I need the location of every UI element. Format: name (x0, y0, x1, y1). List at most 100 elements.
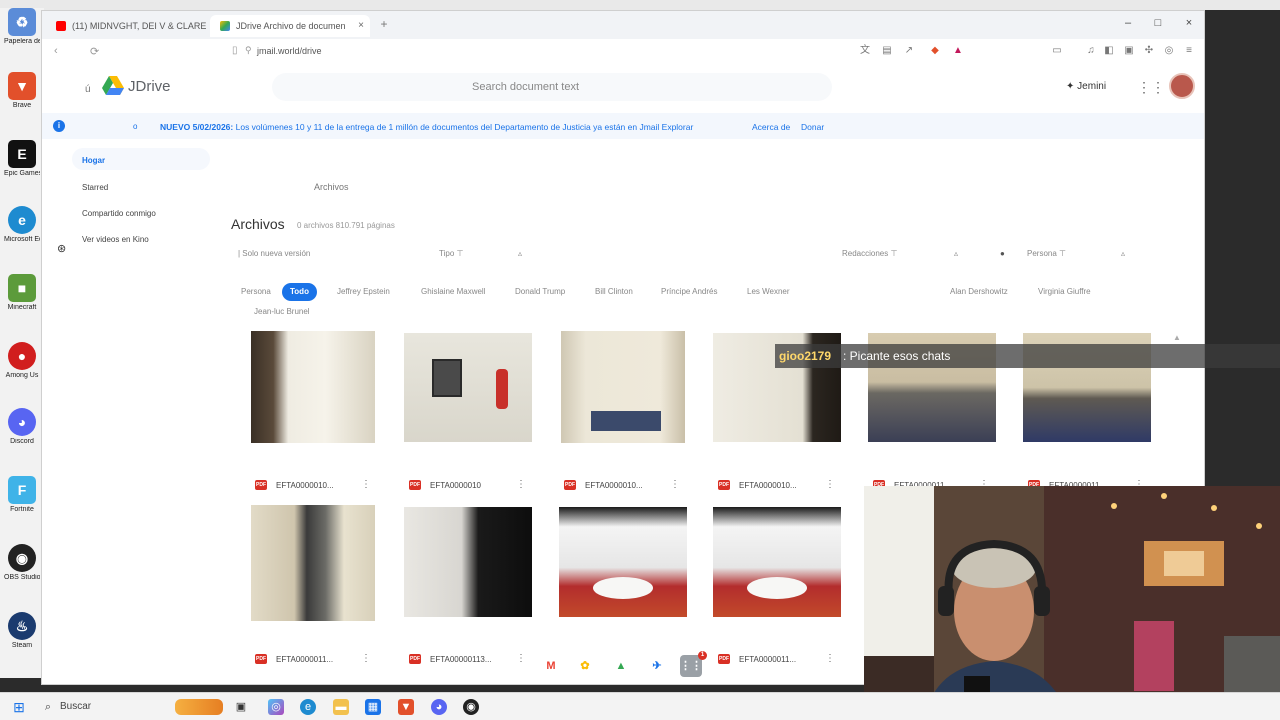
tab-youtube[interactable]: (11) MIDNVGHT, DEI V & CLARE (46, 15, 206, 37)
close-tab-icon[interactable]: × (358, 20, 364, 31)
desktop-icon-recycle[interactable]: ♻ Papelera de reciclaje (4, 8, 40, 68)
wallet-icon[interactable]: ▣ (1122, 44, 1136, 58)
minimize-button[interactable]: – (1120, 17, 1136, 29)
desktop-icon-obs[interactable]: ◉ OBS Studio (4, 544, 40, 604)
vpn-icon[interactable]: ◎ (1162, 44, 1176, 58)
more-options-icon[interactable]: ⋮ (670, 479, 680, 490)
search-bar[interactable]: Search document text (272, 73, 832, 101)
file-thumbnail[interactable] (559, 507, 687, 617)
chip-virginia-giuffre[interactable]: Virginia Giuffre (1038, 283, 1091, 301)
menu-icon[interactable]: ≡ (1182, 44, 1196, 58)
redactions-filter[interactable]: Redacciones ⊤ (842, 249, 897, 258)
drive-icon[interactable]: ▲ (610, 655, 632, 677)
new-version-filter[interactable]: | Solo nueva versión (238, 249, 310, 258)
chip-alan-dershowitz[interactable]: Alan Dershowitz (950, 283, 1008, 301)
brave-shield-icon[interactable]: ◆ (928, 44, 942, 58)
file-explorer-icon[interactable]: ▬ (333, 699, 349, 715)
desktop-icon-discord[interactable]: ◕ Discord (4, 408, 40, 468)
reader-icon[interactable]: ▤ (880, 44, 894, 58)
taskbar-search-input[interactable]: Buscar (60, 701, 91, 712)
photos-icon[interactable]: ✿ (574, 655, 596, 677)
chip-donald-trump[interactable]: Donald Trump (515, 283, 565, 301)
file-thumbnail[interactable] (404, 333, 532, 442)
file-name[interactable]: EFTA0000010... (276, 481, 334, 490)
jemini-button[interactable]: ✦ Jemini (1066, 81, 1106, 92)
tab-jdrive[interactable]: JDrive Archivo de documen × (210, 15, 370, 37)
desktop-icon-brave[interactable]: ▼ Brave (4, 72, 40, 132)
site-info-icon[interactable]: ⚲ (245, 45, 252, 56)
chip-les-wexner[interactable]: Les Wexner (747, 283, 790, 301)
search-input[interactable]: Search document text (472, 81, 579, 93)
file-thumbnail[interactable] (713, 507, 841, 617)
close-window-button[interactable]: × (1181, 17, 1197, 29)
chip-principe-andres[interactable]: Príncipe Andrés (661, 283, 717, 301)
rewards-icon[interactable]: ▲ (951, 44, 965, 58)
maximize-button[interactable]: □ (1150, 17, 1166, 29)
flights-icon[interactable]: ✈ (646, 655, 668, 677)
chip-ghislaine-maxwell[interactable]: Ghislaine Maxwell (421, 283, 485, 301)
chip-todo[interactable]: Todo (282, 283, 317, 301)
type-filter[interactable]: Tipo ⊤ (439, 249, 463, 258)
copilot-icon[interactable]: ◎ (268, 699, 284, 715)
media-icon[interactable]: ♫ (1084, 44, 1098, 58)
donate-link[interactable]: Donar (801, 122, 824, 132)
file-name[interactable]: EFTA0000010 (430, 481, 481, 490)
sidebar-item-hogar[interactable]: Hogar (82, 156, 105, 165)
person-filter[interactable]: Persona ⊤ (1027, 249, 1066, 258)
more-options-icon[interactable]: ⋮ (825, 653, 835, 664)
file-thumbnail[interactable] (404, 507, 532, 617)
sort-icon[interactable]: ▵ (954, 249, 958, 258)
url-field[interactable]: jmail.world/drive (257, 46, 322, 56)
weather-widget-icon[interactable] (175, 699, 223, 715)
sidebar-item-shared[interactable]: Compartido conmigo (82, 209, 156, 218)
extensions-icon[interactable]: ✣ (1142, 44, 1156, 58)
share-icon[interactable]: ↗ (902, 44, 916, 58)
file-name[interactable]: EFTA0000010... (585, 481, 643, 490)
discord-icon[interactable]: ◕ (431, 699, 447, 715)
obs-icon[interactable]: ◉ (463, 699, 479, 715)
more-options-icon[interactable]: ⋮ (516, 653, 526, 664)
reload-icon[interactable]: ⟳ (90, 45, 99, 58)
sort-icon[interactable]: ▵ (518, 249, 522, 258)
more-options-icon[interactable]: ⋮ (825, 479, 835, 490)
desktop-icon-epic[interactable]: E Epic Games Launcher (4, 140, 40, 200)
chip-jeffrey-epstein[interactable]: Jeffrey Epstein (337, 283, 390, 301)
search-icon[interactable]: ⌕ (40, 699, 56, 715)
home-icon[interactable]: ú (85, 84, 91, 95)
more-options-icon[interactable]: ⋮ (361, 479, 371, 490)
more-options-icon[interactable]: ⋮ (361, 653, 371, 664)
sidebar-toggle-icon[interactable]: ◧ (1102, 44, 1116, 58)
desktop-icon-steam[interactable]: ♨ Steam (4, 612, 40, 672)
file-thumbnail[interactable] (251, 505, 375, 621)
edge-icon[interactable]: e (300, 699, 316, 715)
new-tab-button[interactable]: + (376, 17, 392, 31)
chip-bill-clinton[interactable]: Bill Clinton (595, 283, 633, 301)
about-link[interactable]: Acerca de (752, 122, 790, 132)
file-name[interactable]: EFTA0000010... (739, 481, 797, 490)
gmail-icon[interactable]: M (540, 655, 562, 677)
translate-icon[interactable]: 文 (858, 44, 872, 58)
file-thumbnail[interactable] (251, 331, 375, 443)
bookmark-icon[interactable]: ▯ (232, 45, 238, 56)
file-name[interactable]: EFTA0000011... (739, 655, 796, 664)
tab-search-icon[interactable]: ▭ (1050, 44, 1064, 58)
app-logo-text[interactable]: JDrive (128, 78, 171, 95)
file-name[interactable]: EFTA0000011... (276, 655, 333, 664)
chip-jean-luc-brunel[interactable]: Jean-luc Brunel (254, 303, 310, 321)
windows-start-icon[interactable]: ⊞ (11, 699, 27, 715)
desktop-icon-amongus[interactable]: ● Among Us (4, 342, 40, 402)
breadcrumb[interactable]: Archivos (314, 182, 349, 192)
more-options-icon[interactable]: ⋮ (516, 479, 526, 490)
back-icon[interactable]: ‹ (54, 45, 58, 57)
sidebar-item-kino[interactable]: Ver videos en Kino (82, 235, 149, 244)
avatar[interactable] (1169, 73, 1195, 99)
task-view-icon[interactable]: ▣ (233, 699, 249, 715)
file-thumbnail[interactable] (561, 331, 685, 443)
sort-icon[interactable]: ▵ (1121, 249, 1125, 258)
store-icon[interactable]: ▦ (365, 699, 381, 715)
scroll-up-icon[interactable]: ▲ (1173, 333, 1181, 342)
file-name[interactable]: EFTA00000113... (430, 655, 492, 664)
desktop-icon-edge[interactable]: e Microsoft Edge (4, 206, 40, 266)
sidebar-item-starred[interactable]: Starred (82, 183, 108, 192)
desktop-icon-fortnite[interactable]: F Fortnite (4, 476, 40, 536)
